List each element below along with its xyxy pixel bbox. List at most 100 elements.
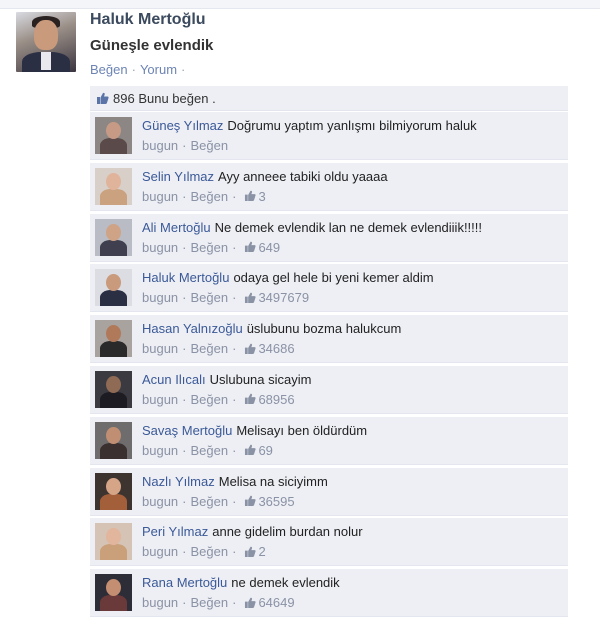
comment-author-label[interactable]: Nazlı Yılmaz	[142, 474, 215, 489]
separator-dot: ·	[182, 442, 187, 458]
comment-meta: bugun · Beğen · 36595	[142, 494, 295, 509]
comment-author-label[interactable]: Haluk Mertoğlu	[142, 270, 229, 285]
separator-dot: ·	[182, 138, 187, 153]
comment-author-label[interactable]: Selin Yılmaz	[142, 169, 214, 184]
comment-text: ne demek evlendik	[231, 575, 340, 591]
separator-dot: ·	[232, 239, 237, 255]
comment-author-name[interactable]: Ali Mertoğlu Ne demek evlendik lan ne dem…	[142, 220, 482, 235]
comment-author-label[interactable]: Güneş Yılmaz	[142, 118, 223, 133]
comment-meta: bugun · Beğen · 34686	[142, 341, 295, 356]
comment-item: Peri Yılmaz anne gidelim burdan nolur bugu…	[90, 518, 568, 567]
comment-time[interactable]: bugun	[142, 544, 178, 559]
comment-like-link[interactable]: Beğen	[191, 494, 229, 509]
separator-dot: ·	[182, 239, 187, 255]
thumbs-up-icon	[244, 546, 257, 558]
comment-avatar[interactable]	[95, 167, 132, 205]
comment-like-link[interactable]: Beğen	[191, 443, 229, 458]
comment-avatar[interactable]	[95, 574, 132, 612]
comment-author-name[interactable]: Selin Yılmaz Ayy anneee tabiki oldu yaaaa	[142, 169, 388, 184]
comment-avatar[interactable]	[95, 117, 132, 154]
comment-item: Acun Ilıcalı Uslubuna sicayim bugun · Beğen ·…	[90, 365, 568, 414]
comment-item: Haluk Mertoğlu odaya gel hele bi yeni kem…	[90, 264, 568, 313]
comment-like-count[interactable]: 649	[258, 240, 280, 255]
comment-avatar[interactable]	[95, 370, 132, 408]
comment-author-label[interactable]: Peri Yılmaz	[142, 524, 208, 539]
comment-like-link[interactable]: Beğen	[191, 392, 229, 407]
comment-author-name[interactable]: Rana Mertoğlu ne demek evlendik	[142, 575, 340, 590]
comment-avatar[interactable]	[95, 269, 132, 307]
comment-time[interactable]: bugun	[142, 189, 178, 204]
thumbs-up-icon	[244, 495, 257, 507]
thumbs-up-icon	[244, 444, 257, 456]
separator-dot: ·	[181, 62, 186, 77]
comment-author-label[interactable]: Ali Mertoğlu	[142, 220, 211, 235]
comment-avatar[interactable]	[95, 218, 132, 256]
comment-like-count[interactable]: 64649	[258, 595, 294, 610]
comment-avatar[interactable]	[95, 472, 132, 510]
like-link[interactable]: Beğen	[90, 62, 128, 77]
comment-meta: bugun · Beğen · 649	[142, 240, 280, 255]
comment-author-name[interactable]: Hasan Yalnızoğlu üslubunu bozma halukcum	[142, 321, 401, 336]
comment-author-name[interactable]: Haluk Mertoğlu odaya gel hele bi yeni kem…	[142, 270, 434, 285]
thumbs-up-icon	[244, 241, 257, 253]
comment-author-name[interactable]: Savaş Mertoğlu Melisayı ben öldürdüm	[142, 423, 367, 438]
comment-item: Ali Mertoğlu Ne demek evlendik lan ne dem…	[90, 213, 568, 262]
comment-time[interactable]: bugun	[142, 341, 178, 356]
comment-time[interactable]: bugun	[142, 392, 178, 407]
comment-author-label[interactable]: Rana Mertoğlu	[142, 575, 227, 590]
comment-like-count[interactable]: 3	[258, 189, 265, 204]
comment-like-count[interactable]: 69	[258, 443, 272, 458]
comment-link[interactable]: Yorum	[140, 62, 177, 77]
comment-author-label[interactable]: Savaş Mertoğlu	[142, 423, 232, 438]
thumbs-up-icon	[244, 597, 257, 609]
comment-author-label[interactable]: Acun Ilıcalı	[142, 372, 206, 387]
comment-text: Doğrumu yaptım yanlışmı bilmiyorum haluk	[227, 118, 477, 133]
comment-meta: bugun · Beğen · 2	[142, 544, 266, 559]
comment-like-count[interactable]: 3497679	[258, 290, 309, 305]
post-author-name[interactable]: Haluk Mertoğlu	[90, 11, 206, 29]
likes-count[interactable]: 896	[113, 91, 135, 106]
comment-like-count[interactable]: 68956	[258, 392, 294, 407]
thumbs-up-icon	[244, 292, 257, 304]
comment-meta: bugun · Beğen · 69	[142, 443, 273, 458]
comment-time[interactable]: bugun	[142, 494, 178, 509]
comment-item: Rana Mertoğlu ne demek evlendik bugun · Beğe…	[90, 569, 568, 618]
post-actions: Beğen · Yorum ·	[90, 62, 189, 77]
comment-meta: bugun · Beğen · 64649	[142, 595, 295, 610]
comment-like-link[interactable]: Beğen	[191, 290, 229, 305]
comment-like-link[interactable]: Beğen	[191, 240, 229, 255]
comment-avatar[interactable]	[95, 320, 132, 358]
comment-avatar[interactable]	[95, 523, 132, 561]
comment-like-link[interactable]: Beğen	[191, 189, 229, 204]
separator-dot: ·	[182, 493, 187, 509]
separator-dot: ·	[232, 493, 237, 509]
comment-like-link[interactable]: Beğen	[191, 544, 229, 559]
separator-dot: ·	[182, 341, 187, 357]
separator-dot: ·	[182, 188, 187, 204]
comment-like-link[interactable]: Beğen	[191, 595, 229, 610]
comment-avatar[interactable]	[95, 421, 132, 459]
separator-dot: ·	[182, 391, 187, 407]
comment-time[interactable]: bugun	[142, 240, 178, 255]
comment-like-link[interactable]: Beğen	[191, 341, 229, 356]
top-border	[0, 0, 600, 9]
comment-like-count[interactable]: 34686	[258, 341, 294, 356]
comment-time[interactable]: bugun	[142, 290, 178, 305]
thumbs-up-icon	[96, 92, 109, 104]
comment-like-count[interactable]: 36595	[258, 494, 294, 509]
comment-meta: bugun · Beğen	[142, 138, 228, 153]
post-author-avatar[interactable]	[16, 12, 76, 72]
comment-time[interactable]: bugun	[142, 138, 178, 153]
comment-author-name[interactable]: Acun Ilıcalı Uslubuna sicayim	[142, 372, 311, 387]
comment-author-name[interactable]: Nazlı Yılmaz Melisa na siciyimm	[142, 474, 328, 489]
comment-time[interactable]: bugun	[142, 595, 178, 610]
comment-meta: bugun · Beğen · 3	[142, 189, 266, 204]
comment-item: Selin Yılmaz Ayy anneee tabiki oldu yaaaa…	[90, 162, 568, 211]
comment-author-label[interactable]: Hasan Yalnızoğlu	[142, 321, 243, 336]
post-text: Güneşle evlendik	[90, 37, 214, 54]
comment-author-name[interactable]: Peri Yılmaz anne gidelim burdan nolur	[142, 524, 363, 539]
comment-author-name[interactable]: Güneş Yılmaz Doğrumu yaptım yanlışmı bilm…	[142, 118, 477, 133]
comment-time[interactable]: bugun	[142, 443, 178, 458]
comment-like-count[interactable]: 2	[258, 544, 265, 559]
comment-like-link[interactable]: Beğen	[191, 138, 229, 153]
